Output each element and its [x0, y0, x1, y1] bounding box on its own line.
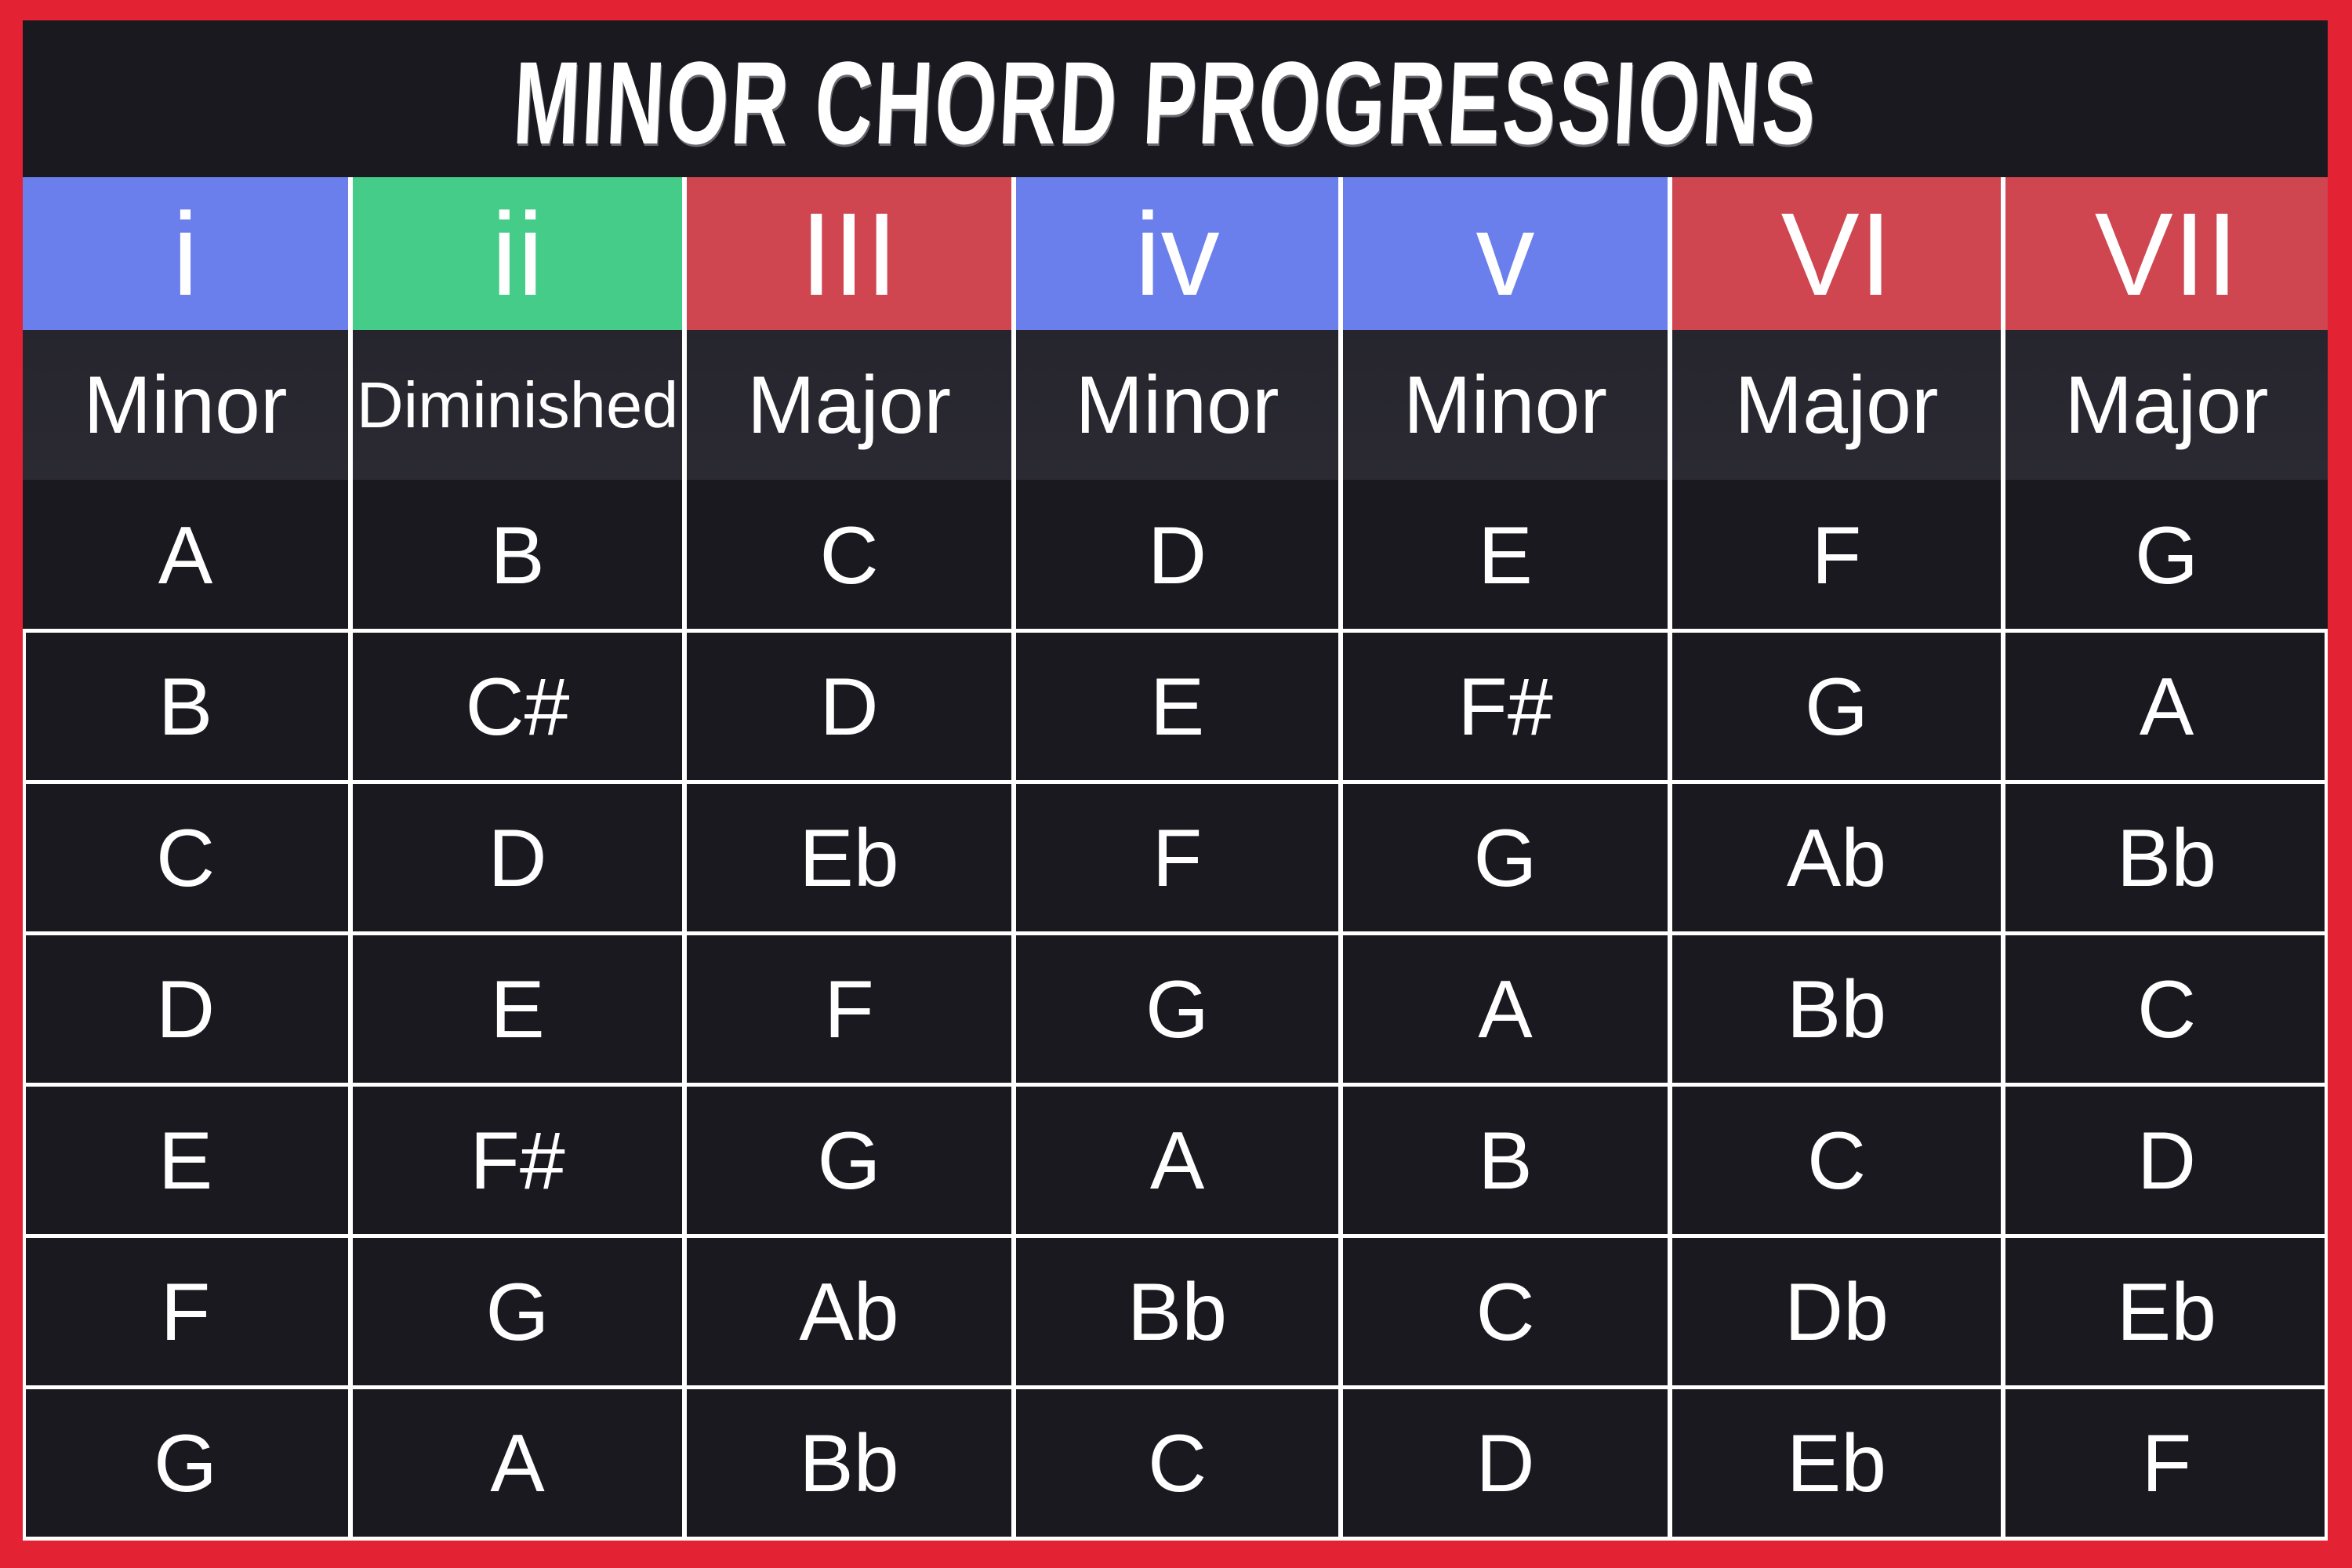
chord-cell: C#	[353, 631, 682, 782]
column-divider	[1011, 177, 1016, 1539]
row-divider	[23, 1385, 2328, 1389]
chord-cell: B	[23, 631, 348, 782]
chord-cell: G	[1343, 782, 1668, 934]
chord-cell: E	[1343, 480, 1668, 631]
chord-cell: F	[1016, 782, 1338, 934]
chord-quality-i: Minor	[23, 330, 348, 480]
chord-cell: Eb	[687, 782, 1011, 934]
row-divider	[23, 931, 2328, 935]
chord-cell: G	[1672, 631, 2001, 782]
column-divider	[2001, 177, 2005, 1539]
chord-cell: G	[1016, 934, 1338, 1085]
chord-cell: F#	[1343, 631, 1668, 782]
chord-cell: D	[687, 631, 1011, 782]
chord-cell: E	[1016, 631, 1338, 782]
chord-cell: F	[1672, 480, 2001, 631]
chord-cell: F#	[353, 1085, 682, 1236]
chord-cell: C	[23, 782, 348, 934]
column-divider	[1668, 177, 1672, 1539]
chord-cell: D	[1016, 480, 1338, 631]
table-edge-left	[23, 629, 26, 1539]
chord-cell: Ab	[1672, 782, 2001, 934]
chord-cell: D	[353, 782, 682, 934]
degree-header-i: i	[23, 177, 348, 330]
row-divider	[23, 629, 2328, 633]
chord-cell: D	[23, 934, 348, 1085]
chord-cell: G	[687, 1085, 1011, 1236]
chord-cell: Db	[1672, 1236, 2001, 1388]
chord-quality-iii: Major	[687, 330, 1011, 480]
chord-cell: Ab	[687, 1236, 1011, 1388]
chord-cell: E	[353, 934, 682, 1085]
chord-cell: D	[1343, 1388, 1668, 1539]
chord-cell: Eb	[1672, 1388, 2001, 1539]
chord-cell: B	[353, 480, 682, 631]
chord-cell: Bb	[2005, 782, 2328, 934]
chord-quality-iv: Minor	[1016, 330, 1338, 480]
chord-quality-vii: Major	[2005, 330, 2328, 480]
chord-cell: Eb	[2005, 1236, 2328, 1388]
chord-cell: E	[23, 1085, 348, 1236]
chord-cell: Bb	[1016, 1236, 1338, 1388]
degree-header-ii: ii	[353, 177, 682, 330]
chord-cell: D	[2005, 1085, 2328, 1236]
chord-cell: C	[1016, 1388, 1338, 1539]
column-divider	[348, 177, 353, 1539]
chord-cell: G	[353, 1236, 682, 1388]
degree-header-vi: VI	[1672, 177, 2001, 330]
chord-cell: F	[2005, 1388, 2328, 1539]
title-bar: MINOR CHORD PROGRESSIONS	[23, 20, 2328, 177]
chord-quality-ii: Diminished	[353, 330, 682, 480]
chord-table: MINOR CHORD PROGRESSIONS i Minor A B C D E F Gii…	[23, 20, 2328, 1541]
column-divider	[1338, 177, 1343, 1539]
chord-cell: Bb	[687, 1388, 1011, 1539]
degree-header-v: v	[1343, 177, 1668, 330]
column-divider	[682, 177, 687, 1539]
table-edge-right	[2325, 629, 2328, 1539]
chord-cell: A	[353, 1388, 682, 1539]
degree-header-iv: iv	[1016, 177, 1338, 330]
chord-quality-vi: Major	[1672, 330, 2001, 480]
degree-header-vii: VII	[2005, 177, 2328, 330]
chord-cell: C	[687, 480, 1011, 631]
row-divider	[23, 1083, 2328, 1087]
chord-cell: A	[1016, 1085, 1338, 1236]
chord-cell: G	[23, 1388, 348, 1539]
chord-quality-v: Minor	[1343, 330, 1668, 480]
row-divider	[23, 1537, 2328, 1541]
chord-cell: C	[2005, 934, 2328, 1085]
chord-cell: A	[2005, 631, 2328, 782]
chord-cell: A	[1343, 934, 1668, 1085]
degree-header-iii: III	[687, 177, 1011, 330]
chord-cell: A	[23, 480, 348, 631]
chord-cell: C	[1672, 1085, 2001, 1236]
row-divider	[23, 1234, 2328, 1238]
chord-cell: G	[2005, 480, 2328, 631]
page-title: MINOR CHORD PROGRESSIONS	[510, 37, 1821, 169]
chord-cell: Bb	[1672, 934, 2001, 1085]
row-divider	[23, 780, 2328, 784]
chord-cell: F	[23, 1236, 348, 1388]
chord-cell: F	[687, 934, 1011, 1085]
chord-cell: B	[1343, 1085, 1668, 1236]
chord-cell: C	[1343, 1236, 1668, 1388]
